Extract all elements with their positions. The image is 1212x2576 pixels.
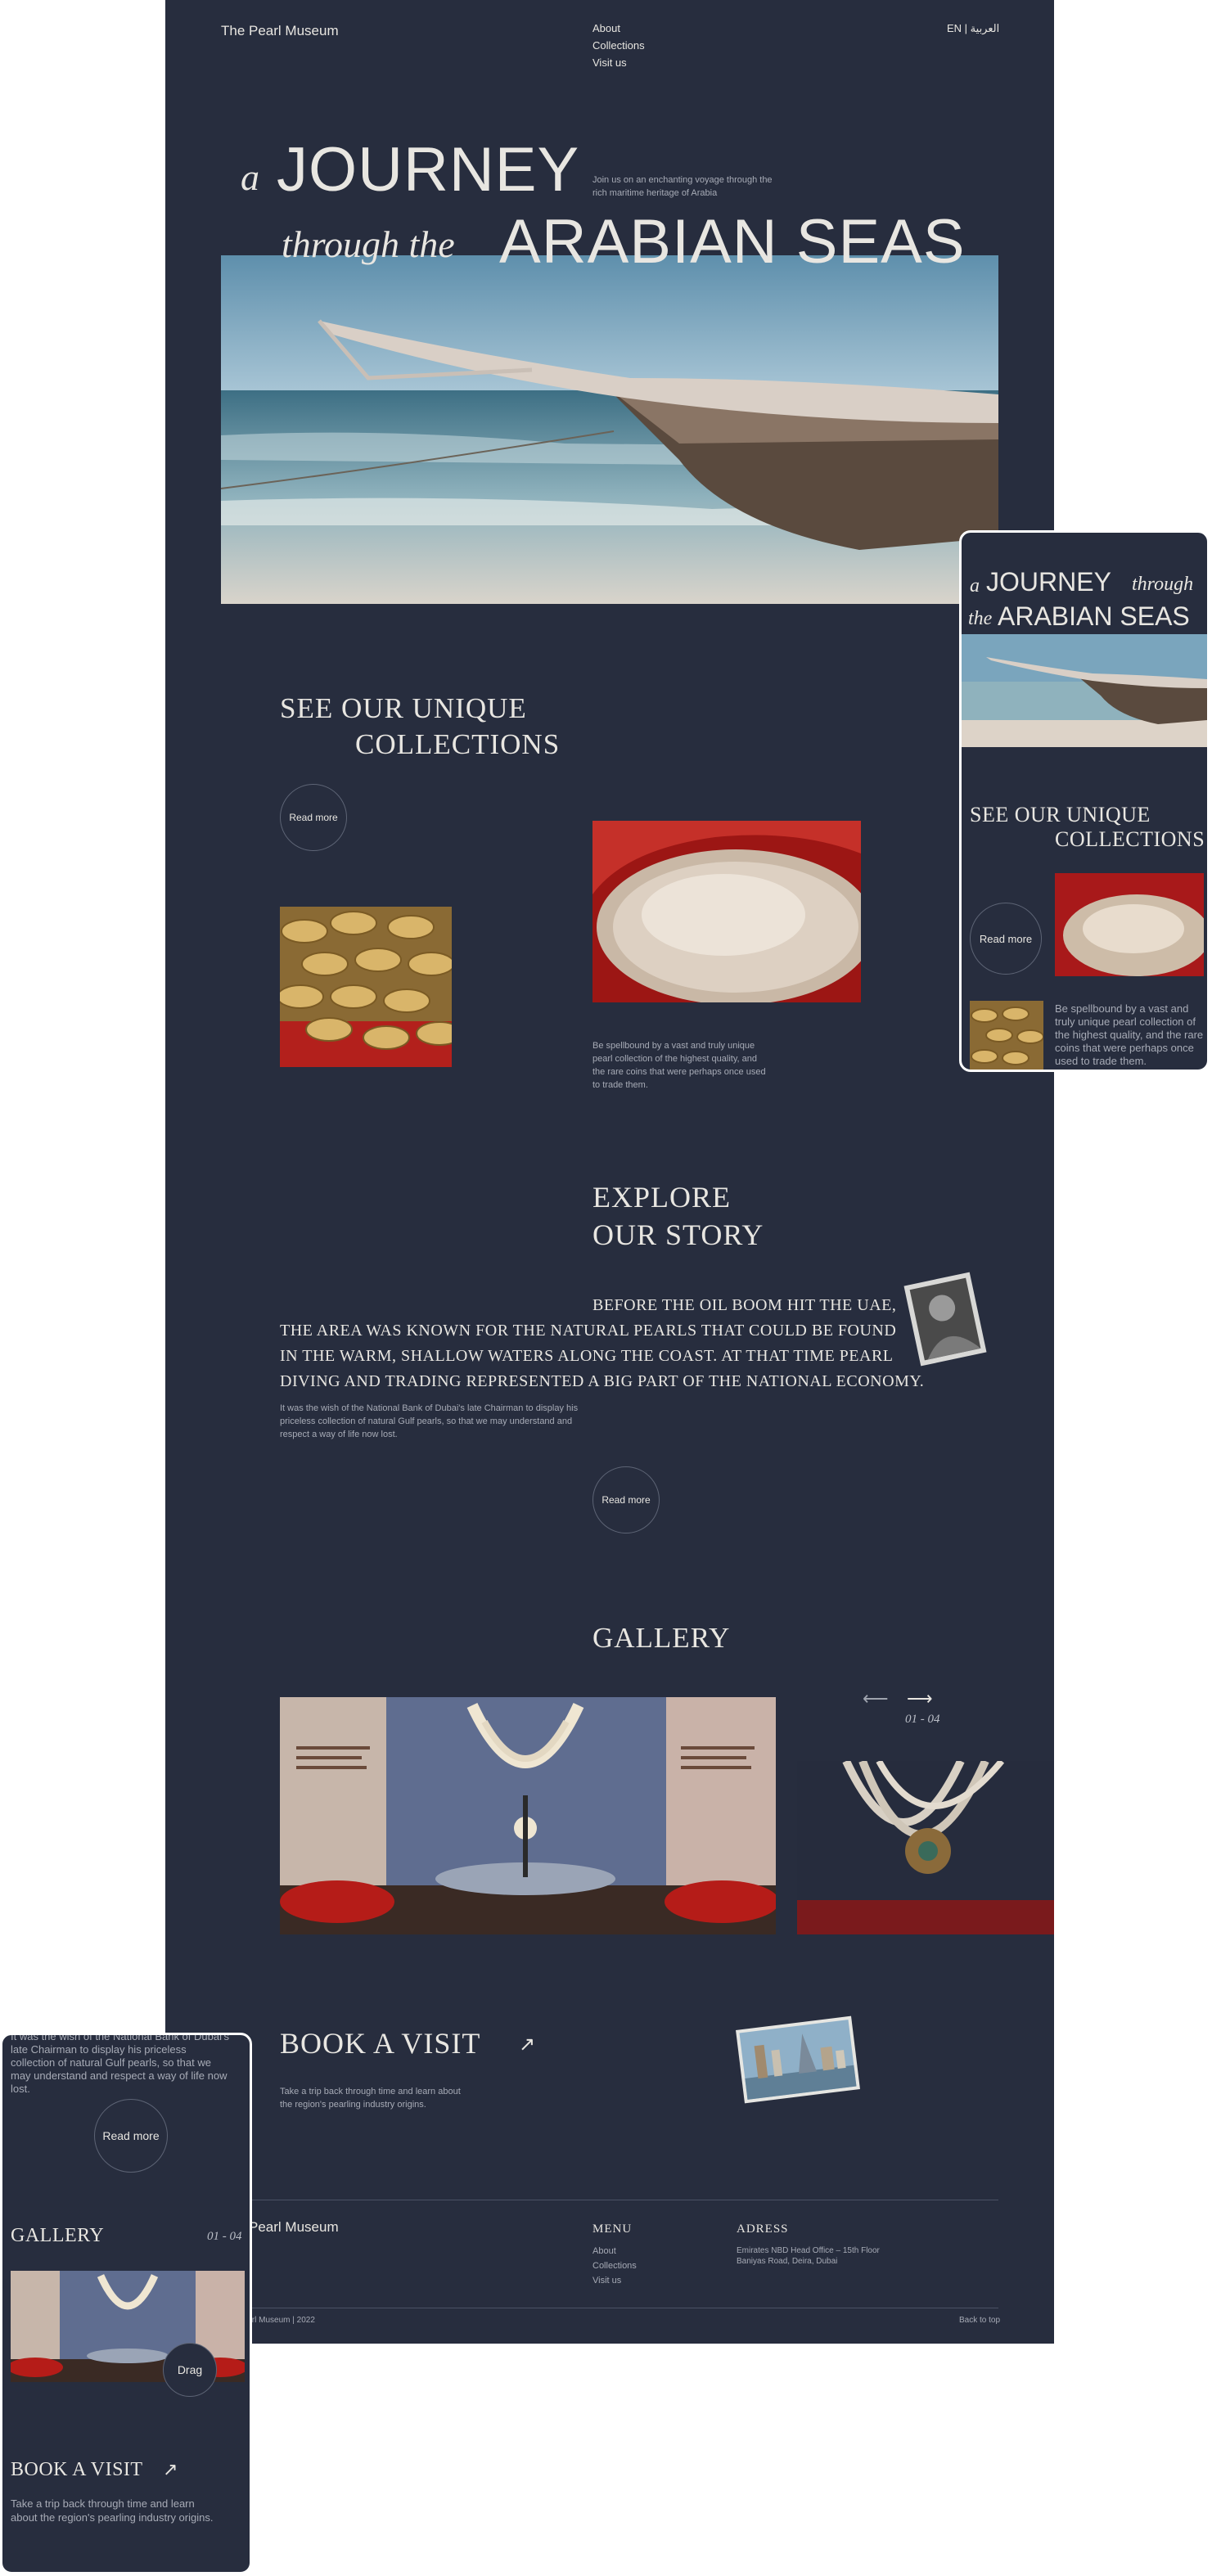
- collections-heading-line2: COLLECTIONS: [355, 728, 561, 760]
- mobile-hero-the: the: [968, 608, 993, 629]
- mobile-hero-through: through: [1132, 574, 1194, 595]
- hero-through-the: through the: [282, 223, 455, 265]
- book-visit-text: Take a trip back through time and learn …: [280, 2087, 461, 2110]
- gold-coins-image: [280, 907, 452, 1067]
- footer-address-line2: Baniyas Road, Deira, Dubai: [737, 2257, 838, 2266]
- mobile-collections-heading-line1: SEE OUR UNIQUE: [970, 803, 1151, 826]
- story-lead-line4: DIVING AND TRADING REPRESENTED A BIG PAR…: [280, 1372, 925, 1390]
- gallery-counter-current: 01: [905, 1713, 917, 1726]
- mobile-preview-top: a JOURNEY through the ARABIAN SEAS SEE O…: [959, 530, 1210, 1072]
- footer-menu-title: MENU: [592, 2222, 633, 2236]
- footer-menu-collections[interactable]: Collections: [592, 2259, 637, 2273]
- collections-heading-line1: SEE OUR UNIQUE: [280, 692, 527, 724]
- story-body: It was the wish of the National Bank of …: [280, 1403, 579, 1439]
- gallery-next-arrow[interactable]: ⟶: [907, 1688, 933, 1709]
- site-logo[interactable]: The Pearl Museum: [221, 23, 339, 39]
- mobile-collections-heading-line2: COLLECTIONS: [1055, 827, 1205, 851]
- mobile-preview-bottom: It was the wish of the National Bank of …: [0, 2033, 252, 2574]
- collections-description: Be spellbound by a vast and truly unique…: [592, 1041, 766, 1090]
- mobile-gallery-drag-button[interactable]: Drag: [163, 2343, 217, 2397]
- story-lead-line2: THE AREA WAS KNOWN FOR THE NATURAL PEARL…: [280, 1322, 897, 1340]
- main-nav: About Collections Visit us: [592, 20, 645, 71]
- hero-intro: Join us on an enchanting voyage through …: [592, 175, 773, 198]
- hero-arabian-seas: ARABIAN SEAS: [499, 207, 966, 277]
- book-visit-heading[interactable]: BOOK A VISIT: [280, 2026, 480, 2060]
- story-lead-line1: BEFORE THE OIL BOOM HIT THE UAE,: [592, 1296, 897, 1314]
- footer-menu-visit-us[interactable]: Visit us: [592, 2273, 637, 2288]
- desktop-page: The Pearl Museum About Collections Visit…: [165, 0, 1054, 2344]
- dubai-creek-photo: [736, 2015, 860, 2104]
- mobile-coins-image: [970, 1001, 1043, 1070]
- pearls-in-red-cloth-image: [592, 821, 861, 1002]
- hero-journey: JOURNEY: [277, 135, 580, 205]
- story-lead-line3: IN THE WARM, SHALLOW WATERS ALONG THE CO…: [280, 1347, 894, 1365]
- mobile-book-visit-text: Take a trip back through time and learn …: [11, 2497, 214, 2524]
- arrow-up-right-icon[interactable]: ↗: [519, 2033, 535, 2056]
- story-read-more-button[interactable]: Read more: [592, 1466, 660, 1533]
- mobile-arrow-up-right-icon[interactable]: ↗: [163, 2459, 178, 2480]
- hero-boat-image: [221, 255, 998, 604]
- language-switch[interactable]: EN | العربية: [947, 22, 999, 35]
- mobile-hero-journey: JOURNEY: [986, 567, 1111, 597]
- mobile-story-text: It was the wish of the National Bank of …: [11, 2033, 229, 2095]
- pearl-diver-photo: [903, 1272, 987, 1367]
- gallery-image-necklace[interactable]: [797, 1761, 1054, 1934]
- gallery-heading: GALLERY: [592, 1622, 731, 1654]
- mobile-gallery-counter: 01 - 04: [207, 2230, 242, 2243]
- mobile-pearls-image: [1055, 873, 1204, 976]
- mobile-collections-description: Be spellbound by a vast and truly unique…: [1055, 1002, 1204, 1067]
- mobile-gallery-heading: GALLERY: [11, 2225, 105, 2246]
- gallery-counter: 01 - 04: [905, 1713, 940, 1727]
- mobile-hero-boat-image: [962, 634, 1207, 747]
- mobile-hero-a: a: [970, 575, 980, 597]
- gallery-counter-total: 04: [927, 1713, 940, 1726]
- nav-about[interactable]: About: [592, 20, 645, 37]
- footer-menu: About Collections Visit us: [592, 2244, 637, 2288]
- nav-collections[interactable]: Collections: [592, 37, 645, 54]
- collections-read-more-button[interactable]: Read more: [280, 784, 347, 851]
- footer-address-line1: Emirates NBD Head Office – 15th Floor: [737, 2246, 880, 2255]
- gallery-counter-separator: -: [917, 1713, 928, 1726]
- footer-menu-about[interactable]: About: [592, 2244, 637, 2259]
- back-to-top-link[interactable]: Back to top: [959, 2314, 1000, 2327]
- mobile-read-more-button[interactable]: Read more: [970, 903, 1042, 975]
- footer-address-title: ADRESS: [737, 2222, 789, 2236]
- gallery-prev-arrow[interactable]: ⟵: [863, 1688, 889, 1709]
- gallery-image-pearl-jewelry[interactable]: [280, 1697, 776, 1934]
- story-heading-line1: EXPLORE: [592, 1181, 731, 1214]
- hero-a: a: [241, 156, 259, 198]
- mobile-story-read-more-button[interactable]: Read more: [94, 2099, 168, 2173]
- mobile-hero-arabian-seas: ARABIAN SEAS: [998, 601, 1190, 631]
- mobile-book-visit-heading[interactable]: BOOK A VISIT: [11, 2459, 143, 2481]
- nav-visit-us[interactable]: Visit us: [592, 54, 645, 71]
- story-heading-line2: OUR STORY: [592, 1218, 764, 1251]
